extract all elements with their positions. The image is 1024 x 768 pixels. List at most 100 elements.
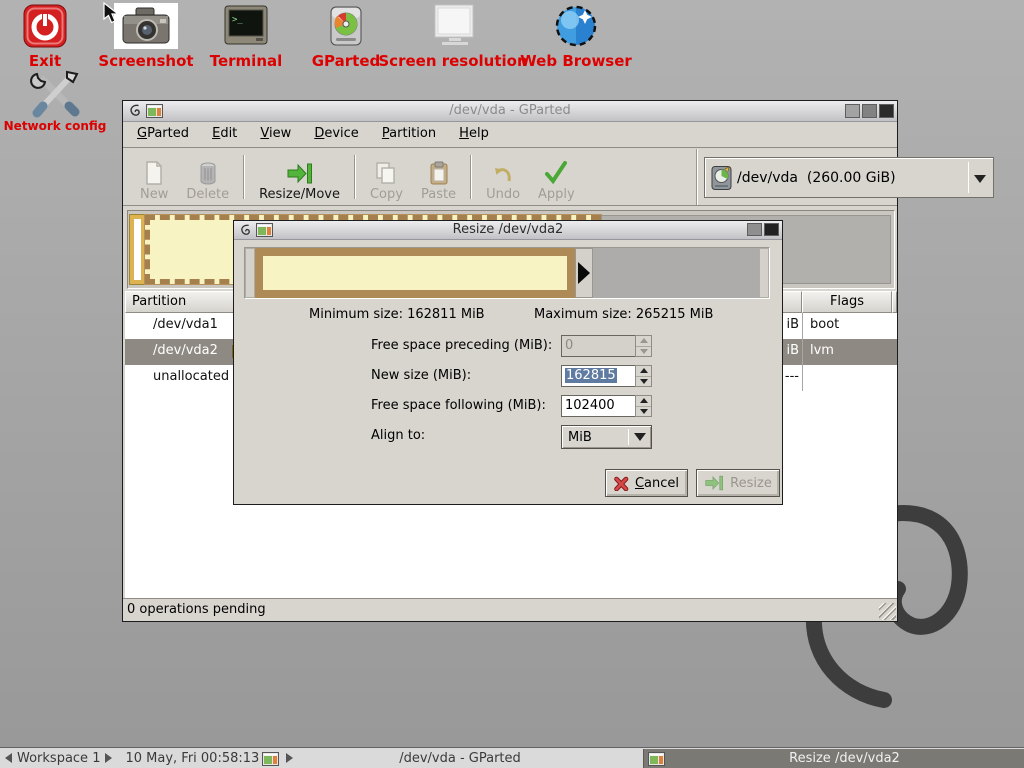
spin-up-button[interactable] (636, 366, 651, 377)
desktop-icon-label: Screen resolution (378, 52, 527, 70)
copy-button[interactable]: Copy (361, 151, 412, 203)
desktop-icon-terminal[interactable]: >_ Terminal (201, 3, 291, 70)
cancel-button[interactable]: Cancel (605, 469, 688, 497)
main-window-title: /dev/vda - GParted (123, 101, 897, 121)
resize-arrow-icon (704, 474, 724, 492)
free-space-following-spinbox[interactable]: 102400 (561, 395, 652, 417)
cancel-x-icon (614, 476, 629, 491)
left-grip[interactable] (245, 248, 255, 298)
desktop-icon-exit[interactable]: Exit (5, 3, 85, 70)
undo-icon (491, 160, 515, 186)
menu-view[interactable]: View (251, 122, 300, 147)
viz-block-vda1[interactable] (130, 215, 145, 284)
desktop-icon-network-config[interactable]: Network config (0, 70, 110, 133)
resize-move-button[interactable]: Resize/Move (250, 151, 349, 203)
desktop-icon-label: Terminal (210, 52, 283, 70)
maximize-button[interactable] (747, 223, 762, 236)
desktop-icon-label: Screenshot (98, 52, 193, 70)
globe-icon (552, 3, 600, 49)
partition-bar[interactable] (255, 248, 575, 298)
svg-text:>_: >_ (232, 15, 243, 25)
column-divider-line (802, 313, 803, 391)
terminal-icon: >_ (223, 3, 269, 49)
workspace-label[interactable]: Workspace 1 (17, 751, 100, 766)
spin-down-button[interactable] (636, 377, 651, 387)
dropdown-arrow-icon (634, 433, 646, 441)
combo-divider (968, 162, 969, 193)
free-space-preceding-spinbox[interactable]: 0 (561, 335, 652, 357)
task-label: /dev/vda - GParted (279, 751, 641, 766)
maximum-size-text: Maximum size: 265215 MiB (534, 307, 713, 322)
dialog-title: Resize /dev/vda2 (234, 221, 782, 239)
task-label: Resize /dev/vda2 (665, 751, 1024, 766)
hdd-icon (711, 165, 732, 191)
toolbar-right-separator (696, 149, 698, 205)
undo-button[interactable]: Undo (477, 151, 529, 203)
close-button[interactable] (879, 104, 894, 118)
apply-button[interactable]: Apply (529, 151, 584, 203)
apply-icon (543, 160, 569, 186)
dialog-titlebar[interactable]: Resize /dev/vda2 (234, 221, 782, 240)
main-titlebar[interactable]: /dev/vda - GParted (123, 101, 897, 122)
spin-up-button[interactable] (636, 336, 651, 347)
paste-icon (427, 160, 451, 186)
workspace-prev-icon[interactable] (5, 753, 12, 763)
task-resize-dialog[interactable]: Resize /dev/vda2 (643, 749, 1024, 768)
menu-edit[interactable]: Edit (203, 122, 246, 147)
right-grip[interactable] (759, 248, 769, 298)
resize-grip[interactable] (879, 603, 896, 620)
resize-button-label: Resize (730, 476, 772, 491)
align-to-value: MiB (562, 430, 628, 445)
toolbar-separator (243, 155, 245, 199)
spin-up-icon (640, 398, 648, 403)
gparted-task-icon (648, 752, 665, 766)
desktop-icon-label: Web Browser (520, 52, 632, 70)
menu-gparted[interactable]: GParted (128, 122, 198, 147)
dropdown-arrow-icon (974, 175, 986, 183)
close-button[interactable] (764, 223, 779, 236)
menu-partition[interactable]: Partition (373, 122, 445, 147)
desktop-icon-screen-resolution[interactable]: Screen resolution (383, 3, 523, 70)
spin-up-button[interactable] (636, 396, 651, 407)
resize-button[interactable]: Resize (696, 469, 780, 497)
resize-handle[interactable] (575, 248, 593, 298)
column-header-flags[interactable]: Flags (802, 291, 892, 313)
minimum-size-text: Minimum size: 162811 MiB (309, 307, 485, 322)
new-size-spinbox[interactable]: 162815 (561, 365, 652, 387)
selected-text: 162815 (565, 368, 617, 383)
new-icon (142, 160, 166, 186)
paste-button[interactable]: Paste (412, 151, 465, 203)
cancel-button-label: Cancel (635, 476, 679, 491)
resize-slider-widget (244, 247, 770, 299)
maximize-button[interactable] (862, 104, 877, 118)
mouse-cursor (103, 2, 123, 24)
taskbar-clock: 10 May, Fri 00:58:13 (125, 751, 259, 766)
taskbar: Workspace 1 10 May, Fri 00:58:13 /dev/vd… (0, 747, 1024, 768)
gparted-task-icon (262, 752, 279, 766)
resize-move-icon (286, 161, 313, 186)
new-button[interactable]: New (131, 151, 177, 203)
spin-down-icon (640, 379, 648, 384)
spin-down-button[interactable] (636, 407, 651, 417)
device-combo[interactable]: /dev/vda (260.00 GiB) (704, 157, 994, 198)
desktop-icon-label: GParted (312, 52, 381, 70)
spin-down-button[interactable] (636, 347, 651, 357)
main-menubar: GParted Edit View Device Partition Help (123, 122, 897, 148)
desktop-icon-web-browser[interactable]: Web Browser (516, 3, 636, 70)
resize-dialog: Resize /dev/vda2 Minimum size: 162811 Mi… (233, 220, 783, 505)
menu-help[interactable]: Help (450, 122, 498, 147)
power-icon (23, 3, 67, 49)
toolbar-separator (470, 155, 472, 199)
minimize-button[interactable] (845, 104, 860, 118)
gparted-disk-icon (324, 3, 368, 49)
free-space-following-label: Free space following (MiB): (371, 395, 561, 417)
delete-button[interactable]: Delete (177, 151, 238, 203)
align-to-combo[interactable]: MiB (561, 425, 652, 449)
camera-icon (114, 3, 178, 49)
task-gparted-main[interactable]: /dev/vda - GParted (258, 749, 641, 768)
main-statusbar: 0 operations pending (123, 598, 897, 621)
copy-icon (373, 160, 399, 186)
menu-device[interactable]: Device (305, 122, 367, 147)
workspace-next-icon[interactable] (105, 753, 112, 763)
delete-icon (196, 160, 220, 186)
